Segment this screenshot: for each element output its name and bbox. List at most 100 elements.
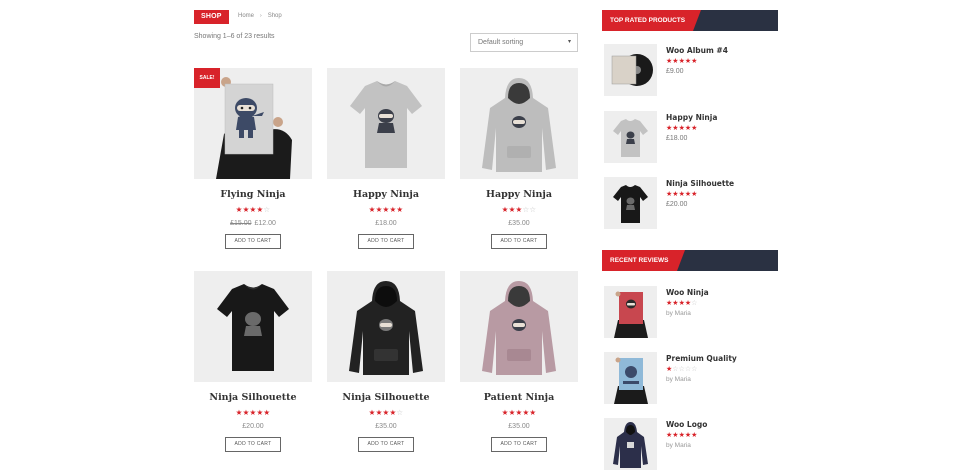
product-price: £15.00 £12.00 — [194, 220, 312, 227]
old-price: £15.00 — [230, 220, 252, 227]
product-name[interactable]: Ninja Silhouette — [666, 179, 734, 188]
star-filled-icon: ★ — [501, 205, 509, 214]
poster-icon — [614, 291, 648, 338]
product-card[interactable]: Patient Ninja ★★★★★ £35.00 ADD TO CART — [460, 271, 578, 452]
product-card[interactable]: Ninja Silhouette ★★★★★ £20.00 ADD TO CAR… — [194, 271, 312, 452]
product-price: £35.00 — [508, 423, 530, 430]
product-price: £18.00 — [666, 135, 688, 142]
product-price: £20.00 — [242, 423, 264, 430]
star-filled-icon: ★ — [368, 408, 376, 417]
product-image[interactable] — [460, 271, 578, 382]
review-author: by Maria — [666, 442, 691, 449]
chevron-down-icon: ▾ — [567, 39, 571, 45]
list-item[interactable]: Happy Ninja ★★★★★ £18.00 — [604, 111, 778, 163]
product-image[interactable]: SALE! — [194, 68, 312, 179]
star-empty-icon: ☆ — [691, 300, 698, 307]
product-card[interactable]: Happy Ninja ★★★★★ £18.00 ADD TO CART — [327, 68, 445, 249]
review-author: by Maria — [666, 376, 691, 383]
product-thumbnail[interactable] — [604, 111, 657, 163]
star-filled-icon: ★ — [242, 205, 250, 214]
product-image[interactable] — [327, 68, 445, 179]
hoodie-icon — [349, 281, 423, 375]
tshirt-icon — [217, 284, 289, 371]
add-to-cart-button[interactable]: ADD TO CART — [225, 234, 281, 249]
product-name[interactable]: Ninja Silhouette — [327, 392, 445, 403]
star-filled-icon: ★ — [691, 432, 698, 439]
product-name[interactable]: Woo Ninja — [666, 288, 709, 297]
widget-title: TOP RATED PRODUCTS — [602, 10, 702, 31]
product-name[interactable]: Happy Ninja — [327, 189, 445, 200]
product-card[interactable]: Ninja Silhouette ★★★★☆ £35.00 ADD TO CAR… — [327, 271, 445, 452]
product-price: £35.00 — [375, 423, 397, 430]
review-author: by Maria — [666, 310, 691, 317]
product-thumbnail[interactable] — [604, 418, 657, 470]
star-filled-icon: ★ — [691, 58, 698, 65]
star-rating: ★★★★★ — [666, 124, 717, 133]
hoodie-icon — [482, 281, 556, 375]
hoodie-icon — [613, 422, 648, 468]
add-to-cart-button[interactable]: ADD TO CART — [491, 437, 547, 452]
star-rating: ★★★★☆ — [327, 408, 445, 418]
product-name[interactable]: Woo Album #4 — [666, 46, 728, 55]
breadcrumb-separator: › — [260, 13, 262, 19]
product-thumbnail[interactable] — [604, 352, 657, 404]
star-filled-icon: ★ — [396, 205, 404, 214]
product-thumbnail[interactable] — [604, 177, 657, 229]
product-card[interactable]: SALE! Flying Ninja ★★★★☆ £15.00 £12.00 AD… — [194, 68, 312, 249]
product-image[interactable] — [327, 271, 445, 382]
product-name[interactable]: Happy Ninja — [460, 189, 578, 200]
sort-select[interactable]: Default sorting ▾ — [470, 33, 578, 52]
add-to-cart-button[interactable]: ADD TO CART — [225, 437, 281, 452]
star-filled-icon: ★ — [501, 408, 509, 417]
product-thumbnail[interactable] — [604, 286, 657, 338]
product-name[interactable]: Flying Ninja — [194, 189, 312, 200]
tshirt-icon — [613, 119, 648, 157]
star-filled-icon: ★ — [691, 125, 698, 132]
star-rating: ★★★★★ — [460, 408, 578, 418]
list-item[interactable]: Premium Quality ★☆☆☆☆ by Maria — [604, 352, 778, 404]
product-name[interactable]: Ninja Silhouette — [194, 392, 312, 403]
star-filled-icon: ★ — [242, 408, 250, 417]
star-filled-icon: ★ — [375, 408, 383, 417]
album-icon — [611, 54, 653, 86]
star-filled-icon: ★ — [508, 408, 516, 417]
product-name[interactable]: Premium Quality — [666, 354, 737, 363]
poster-icon — [614, 357, 648, 404]
breadcrumb-home-link[interactable]: Home — [238, 13, 254, 19]
result-count: Showing 1–6 of 23 results — [194, 33, 275, 40]
product-image[interactable] — [460, 68, 578, 179]
star-filled-icon: ★ — [263, 408, 271, 417]
page-title: SHOP — [194, 10, 229, 24]
product-price: £9.00 — [666, 68, 684, 75]
list-item[interactable]: Woo Album #4 ★★★★★ £9.00 — [604, 44, 778, 96]
add-to-cart-button[interactable]: ADD TO CART — [491, 234, 547, 249]
product-price: £20.00 — [666, 201, 688, 208]
add-to-cart-button[interactable]: ADD TO CART — [358, 234, 414, 249]
list-item[interactable]: Woo Ninja ★★★★☆ by Maria — [604, 286, 778, 338]
star-rating: ★★★★☆ — [194, 205, 312, 215]
product-image[interactable] — [194, 271, 312, 382]
tshirt-icon — [613, 185, 648, 223]
product-name[interactable]: Woo Logo — [666, 420, 707, 429]
star-rating: ★★★★★ — [194, 408, 312, 418]
list-item[interactable]: Woo Logo ★★★★★ by Maria — [604, 418, 778, 470]
star-rating: ★★★☆☆ — [460, 205, 578, 215]
list-item[interactable]: Ninja Silhouette ★★★★★ £20.00 — [604, 177, 778, 229]
product-name[interactable]: Happy Ninja — [666, 113, 717, 122]
sale-price: £12.00 — [254, 220, 276, 227]
star-filled-icon: ★ — [368, 205, 376, 214]
star-filled-icon: ★ — [691, 191, 698, 198]
star-filled-icon: ★ — [375, 205, 383, 214]
star-rating: ★☆☆☆☆ — [666, 365, 737, 374]
breadcrumb: Home › Shop — [238, 13, 282, 19]
product-name[interactable]: Patient Ninja — [460, 392, 578, 403]
product-card[interactable]: Happy Ninja ★★★☆☆ £35.00 ADD TO CART — [460, 68, 578, 249]
product-thumbnail[interactable] — [604, 44, 657, 96]
star-rating: ★★★★☆ — [666, 299, 709, 308]
star-rating: ★★★★★ — [666, 190, 734, 199]
hoodie-icon — [482, 78, 556, 172]
widget-title: RECENT REVIEWS — [602, 250, 684, 271]
add-to-cart-button[interactable]: ADD TO CART — [358, 437, 414, 452]
widget-title-bar: TOP RATED PRODUCTS — [602, 10, 778, 31]
tshirt-icon — [350, 81, 422, 168]
